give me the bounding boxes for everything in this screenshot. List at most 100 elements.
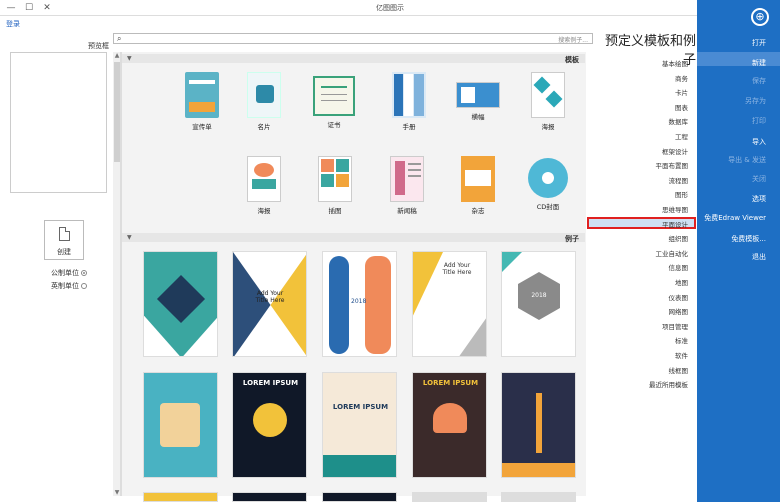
search-input[interactable]: ⌕ 搜索例子... bbox=[113, 33, 593, 44]
nav-item[interactable]: 新建 bbox=[752, 58, 766, 68]
preview-label: 预览框 bbox=[88, 42, 109, 50]
scrollbar[interactable]: ▲ ▼ bbox=[113, 52, 121, 496]
template-tile[interactable]: CD封面 bbox=[522, 156, 574, 211]
template-tile[interactable]: 海报 bbox=[522, 72, 574, 131]
create-button[interactable]: 创建 bbox=[44, 220, 84, 260]
category-item[interactable]: 网络图 bbox=[669, 306, 689, 316]
scrollbar-thumb[interactable] bbox=[114, 62, 120, 162]
imperial-unit-option[interactable]: 英制单位 bbox=[51, 281, 87, 291]
category-item[interactable]: 组织图 bbox=[669, 233, 689, 243]
template-thumbnail bbox=[456, 82, 500, 108]
category-item[interactable]: 流程图 bbox=[669, 175, 689, 185]
category-item[interactable]: 框架设计 bbox=[662, 146, 688, 156]
nav-item[interactable]: 另存为 bbox=[745, 96, 766, 106]
template-tile[interactable]: 新闻稿 bbox=[381, 156, 433, 215]
nav-item-label: 另存为 bbox=[745, 97, 766, 105]
category-item[interactable]: 工程 bbox=[675, 131, 688, 141]
example-card[interactable] bbox=[501, 372, 576, 478]
category-item[interactable]: 线框图 bbox=[669, 365, 689, 375]
create-label: 创建 bbox=[57, 248, 71, 256]
examples-section-title: 例子 bbox=[565, 235, 579, 243]
example-card[interactable] bbox=[501, 492, 576, 502]
template-thumbnail bbox=[318, 156, 352, 202]
nav-item-label: 新建 bbox=[752, 59, 766, 67]
example-card[interactable]: Add Your Title Here bbox=[232, 251, 307, 357]
example-card-text: 2018 bbox=[351, 298, 367, 305]
metric-unit-option[interactable]: 公制单位 bbox=[51, 268, 87, 278]
example-card[interactable] bbox=[143, 492, 218, 502]
example-card[interactable]: LOREM IPSUM bbox=[322, 372, 397, 478]
nav-item[interactable]: 打印 bbox=[752, 116, 766, 126]
category-item[interactable]: 思维导图 bbox=[662, 204, 688, 214]
template-tile[interactable]: 插图 bbox=[309, 156, 361, 215]
nav-item[interactable]: 导入 bbox=[752, 137, 766, 147]
template-tile[interactable]: 海报 bbox=[238, 156, 290, 215]
back-arrow-icon[interactable]: ⊕ bbox=[751, 8, 769, 26]
category-item[interactable]: 项目管理 bbox=[662, 321, 688, 331]
example-card[interactable]: 2018 bbox=[322, 251, 397, 357]
example-card[interactable] bbox=[143, 251, 218, 357]
templates-section-header[interactable]: ▼ 模板 bbox=[122, 54, 585, 64]
category-item[interactable]: 图表 bbox=[675, 102, 688, 112]
minimize-button[interactable]: — bbox=[4, 2, 18, 14]
template-tile[interactable]: 手册 bbox=[383, 72, 435, 131]
search-icon[interactable]: ⌕ bbox=[117, 35, 121, 43]
document-icon bbox=[59, 227, 70, 241]
category-item[interactable]: 仪表图 bbox=[669, 292, 689, 302]
category-item[interactable]: 平面设计 bbox=[662, 219, 688, 229]
scroll-down-icon[interactable]: ▼ bbox=[113, 489, 121, 496]
nav-item[interactable]: 打开 bbox=[752, 38, 766, 48]
example-card[interactable] bbox=[322, 492, 397, 502]
example-card[interactable]: Add Your Title Here bbox=[412, 251, 487, 357]
nav-item[interactable]: 免费Edraw Viewer bbox=[704, 213, 766, 223]
radio-icon[interactable] bbox=[81, 283, 87, 289]
template-label: 宣传单 bbox=[192, 123, 212, 131]
template-tile[interactable]: 证书 bbox=[308, 72, 360, 129]
nav-item[interactable]: 退出 bbox=[752, 252, 766, 262]
category-item[interactable]: 软件 bbox=[675, 350, 688, 360]
nav-item[interactable]: 关闭 bbox=[752, 174, 766, 184]
category-item[interactable]: 图形 bbox=[675, 189, 688, 199]
nav-item[interactable]: 选项 bbox=[752, 194, 766, 204]
search-placeholder: 搜索例子... bbox=[558, 37, 588, 44]
nav-item-label: 免费Edraw Viewer bbox=[704, 214, 766, 222]
imperial-unit-label: 英制单位 bbox=[51, 282, 79, 290]
scroll-up-icon[interactable]: ▲ bbox=[113, 52, 121, 59]
nav-item[interactable]: 保存 bbox=[752, 76, 766, 86]
category-item[interactable]: 最近所用模板 bbox=[649, 379, 688, 389]
template-tile[interactable]: 名片 bbox=[238, 72, 290, 131]
example-card[interactable] bbox=[412, 492, 487, 502]
category-item[interactable]: 商务 bbox=[675, 73, 688, 83]
nav-item-label: 导入 bbox=[752, 138, 766, 146]
collapse-icon[interactable]: ▼ bbox=[127, 234, 132, 241]
category-item[interactable]: 标准 bbox=[675, 335, 688, 345]
maximize-button[interactable]: ☐ bbox=[22, 2, 36, 14]
category-item[interactable]: 地图 bbox=[675, 277, 688, 287]
category-item[interactable]: 信息图 bbox=[669, 262, 689, 272]
nav-item[interactable]: 导出 & 发送 bbox=[728, 155, 766, 165]
category-item[interactable]: 数据库 bbox=[669, 116, 689, 126]
category-item[interactable]: 基本绘图 bbox=[662, 58, 688, 68]
template-label: 海报 bbox=[257, 207, 271, 215]
radio-icon[interactable] bbox=[81, 270, 87, 276]
category-item[interactable]: 平面布置图 bbox=[656, 160, 689, 170]
template-tile[interactable]: 横幅 bbox=[452, 72, 504, 121]
category-item[interactable]: 工业自动化 bbox=[656, 248, 689, 258]
nav-item[interactable]: 免费模板... bbox=[731, 234, 766, 244]
nav-item-label: 退出 bbox=[752, 253, 766, 261]
template-thumbnail bbox=[185, 72, 219, 118]
example-card[interactable]: LOREM IPSUM bbox=[412, 372, 487, 478]
example-card[interactable]: 2018 bbox=[501, 251, 576, 357]
example-card[interactable] bbox=[232, 492, 307, 502]
example-card[interactable] bbox=[143, 372, 218, 478]
examples-section-header[interactable]: ▼ 例子 bbox=[122, 233, 585, 243]
example-card-text: Add Your Title Here bbox=[442, 262, 472, 276]
template-label: CD封面 bbox=[536, 203, 560, 211]
category-item[interactable]: 卡片 bbox=[675, 87, 688, 97]
template-tile[interactable]: 杂志 bbox=[452, 156, 504, 215]
template-tile[interactable]: 宣传单 bbox=[176, 72, 228, 131]
collapse-icon[interactable]: ▼ bbox=[127, 55, 132, 62]
example-card[interactable]: LOREM IPSUM bbox=[232, 372, 307, 478]
login-link[interactable]: 登录 bbox=[6, 19, 20, 29]
close-button[interactable]: ✕ bbox=[40, 2, 54, 14]
